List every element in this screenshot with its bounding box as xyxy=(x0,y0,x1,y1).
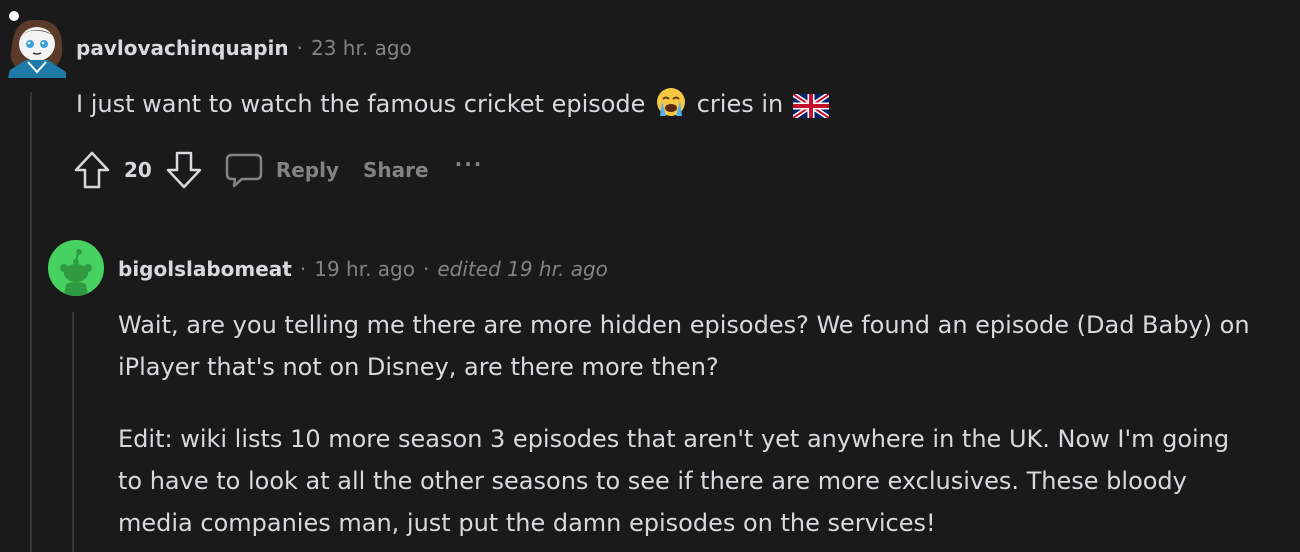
loudly-crying-face-icon xyxy=(655,86,687,131)
comment-meta: bigolslabomeat · 19 hr. ago · edited 19 … xyxy=(118,257,608,281)
downvote-button[interactable] xyxy=(164,148,204,192)
vote-score: 20 xyxy=(124,158,152,182)
reply-button[interactable]: Reply xyxy=(224,150,339,190)
separator: · xyxy=(423,257,430,281)
username[interactable]: bigolslabomeat xyxy=(118,257,292,281)
separator: · xyxy=(296,36,303,60)
comment-body: Wait, are you telling me there are more … xyxy=(118,304,1258,544)
comment-paragraph: Edit: wiki lists 10 more season 3 episod… xyxy=(118,425,1230,537)
comment-text-2: cries in xyxy=(696,90,784,118)
thread-line-reply[interactable] xyxy=(72,312,74,552)
thread-line-main[interactable] xyxy=(30,92,32,552)
share-button[interactable]: Share xyxy=(363,158,429,182)
timestamp[interactable]: 23 hr. ago xyxy=(311,36,412,60)
uk-flag-icon xyxy=(791,89,831,131)
reply-label: Reply xyxy=(275,158,340,182)
more-options-icon: ··· xyxy=(454,152,484,176)
edited-timestamp: edited 19 hr. ago xyxy=(437,257,608,281)
comment-actions: 20 Reply Share ··· xyxy=(72,148,483,192)
downvote-icon xyxy=(166,151,202,189)
upvote-button[interactable] xyxy=(72,148,112,192)
more-options-button[interactable]: ··· xyxy=(455,152,484,182)
username[interactable]: pavlovachinquapin xyxy=(76,36,289,60)
comment-body: I just want to watch the famous cricket … xyxy=(76,83,1276,131)
avatar[interactable] xyxy=(2,6,70,78)
timestamp[interactable]: 19 hr. ago xyxy=(314,257,415,281)
comment-meta: pavlovachinquapin · 23 hr. ago xyxy=(76,36,412,60)
separator: · xyxy=(299,257,307,281)
share-label: Share xyxy=(363,158,429,182)
comment-text: I just want to watch the famous cricket … xyxy=(76,90,646,118)
comment-paragraph: Wait, are you telling me there are more … xyxy=(118,311,1250,381)
comment-bubble-icon xyxy=(225,153,263,188)
avatar[interactable] xyxy=(48,240,104,296)
upvote-icon xyxy=(74,151,110,189)
